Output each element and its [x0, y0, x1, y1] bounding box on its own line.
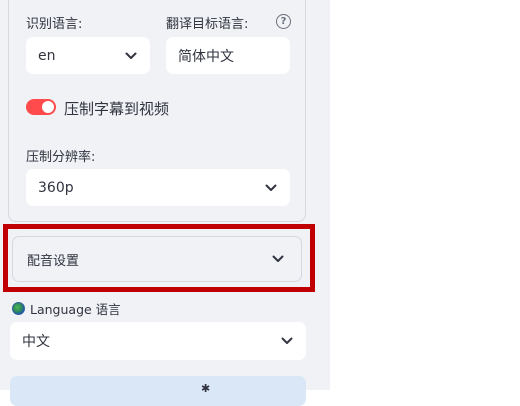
- resolution-value: 360p: [38, 179, 74, 196]
- help-icon[interactable]: ?: [276, 14, 291, 29]
- language-value: 中文: [22, 334, 50, 350]
- start-button[interactable]: [10, 376, 306, 406]
- highlight-box: [3, 224, 315, 292]
- button-icon: ✱: [201, 382, 211, 395]
- target-language-value: 简体中文: [178, 48, 234, 65]
- language-label: Language 语言: [30, 302, 121, 317]
- language-row: Language 语言: [12, 299, 121, 318]
- globe-icon: [12, 302, 25, 315]
- burn-subtitles-toggle[interactable]: [26, 99, 56, 115]
- recognition-language-value: en: [38, 47, 56, 64]
- recognition-language-select[interactable]: en: [26, 37, 150, 74]
- language-select[interactable]: 中文: [10, 322, 306, 360]
- sidebar: 识别语言: en 翻译目标语言: ? 简体中文 压制字幕到视频 压制分辨率: 3…: [0, 0, 330, 406]
- target-language-label: 翻译目标语言:: [166, 17, 249, 32]
- chevron-down-icon: [124, 49, 138, 63]
- resolution-label: 压制分辨率:: [26, 150, 96, 165]
- target-language-input[interactable]: 简体中文: [166, 37, 290, 74]
- burn-subtitles-label: 压制字幕到视频: [64, 100, 170, 118]
- chevron-down-icon: [280, 334, 294, 348]
- recognition-language-label: 识别语言:: [26, 17, 83, 32]
- resolution-select[interactable]: 360p: [26, 169, 290, 206]
- chevron-down-icon: [264, 181, 278, 195]
